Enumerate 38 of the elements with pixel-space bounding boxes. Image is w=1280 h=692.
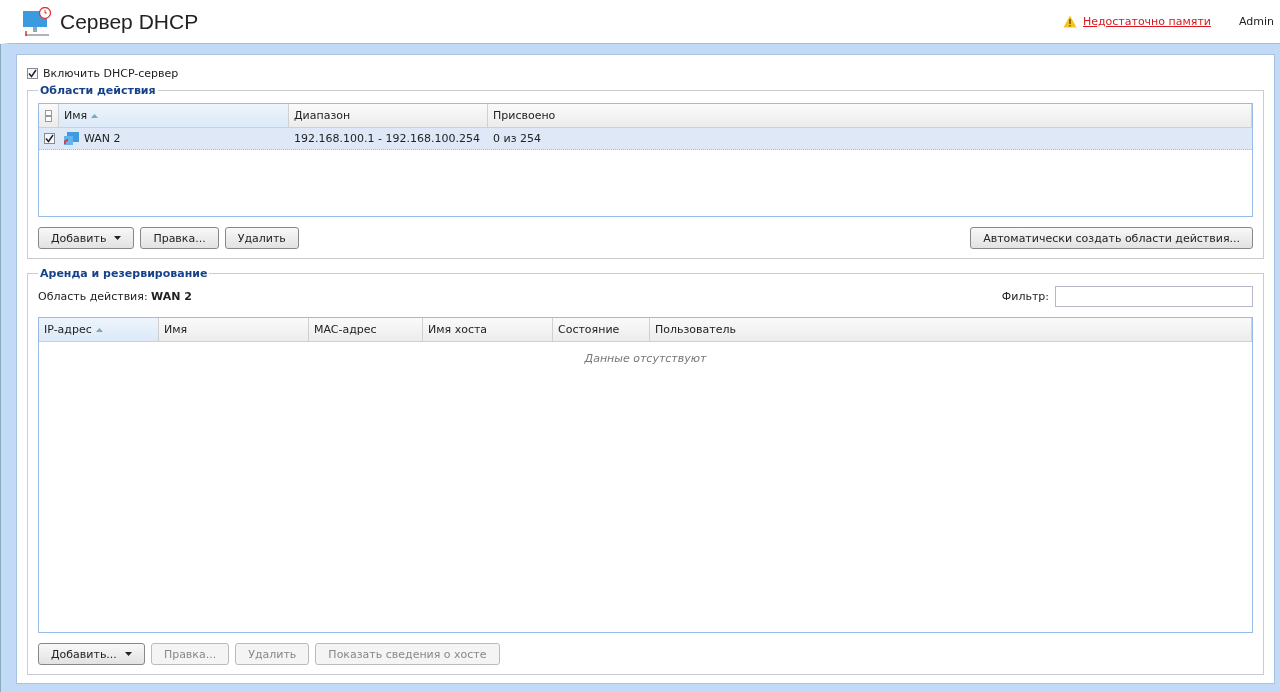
page-title: Сервер DHCP <box>60 9 199 34</box>
group-title: Области действия <box>39 84 157 97</box>
empty-message: Данные отсутствуют <box>584 352 707 365</box>
toolbar-button[interactable]: Правка... <box>140 227 219 249</box>
user-name: Admin <box>1238 15 1274 28</box>
caret-icon <box>114 236 122 240</box>
column-header[interactable]: Диапазон <box>289 104 488 127</box>
table-cell: 0 из 254 <box>493 132 541 145</box>
table-cell: WAN 2 <box>84 132 121 145</box>
monitor-clock-icon <box>22 6 52 37</box>
network-icon <box>64 131 80 146</box>
filter-field[interactable] <box>1055 286 1253 307</box>
checkbox[interactable] <box>43 133 55 144</box>
checkbox-label: Включить DHCP-сервер <box>43 67 179 80</box>
filter-label: Фильтр: <box>1001 290 1049 303</box>
group-title: Аренда и резервирование <box>39 267 209 280</box>
scope-label: Область действия: WAN 2 <box>38 290 192 303</box>
column-header[interactable]: Пользователь <box>650 318 1252 341</box>
caret-icon <box>124 652 132 656</box>
table-cell: 192.168.100.1 - 192.168.100.254 <box>294 132 480 145</box>
toolbar-button[interactable]: Добавить <box>38 227 135 249</box>
sort-up-icon <box>95 327 103 332</box>
checkbox[interactable] <box>27 68 38 79</box>
column-header[interactable]: Имя хоста <box>423 318 553 341</box>
column-header[interactable]: Присвоено <box>488 104 1252 127</box>
sort-up-icon <box>91 113 99 118</box>
column-header[interactable]: IP-адрес <box>39 318 159 341</box>
toolbar-button[interactable]: Удалить <box>224 227 299 249</box>
column-header[interactable]: Имя <box>59 104 289 127</box>
warning-icon <box>1062 15 1077 28</box>
memory-warning-link[interactable]: Недостаточно памяти <box>1082 15 1211 28</box>
column-header[interactable]: Имя <box>159 318 309 341</box>
column-header[interactable]: Состояние <box>553 318 650 341</box>
auto-create-button[interactable]: Автоматически создать области действия... <box>970 227 1253 249</box>
toolbar-button[interactable]: Добавить... <box>38 643 145 665</box>
checkbox-column-icon <box>45 109 52 122</box>
table-row[interactable]: WAN 2 192.168.100.1 - 192.168.100.254 0 из 254 <box>39 128 1252 150</box>
column-header[interactable]: MAC-адрес <box>309 318 423 341</box>
